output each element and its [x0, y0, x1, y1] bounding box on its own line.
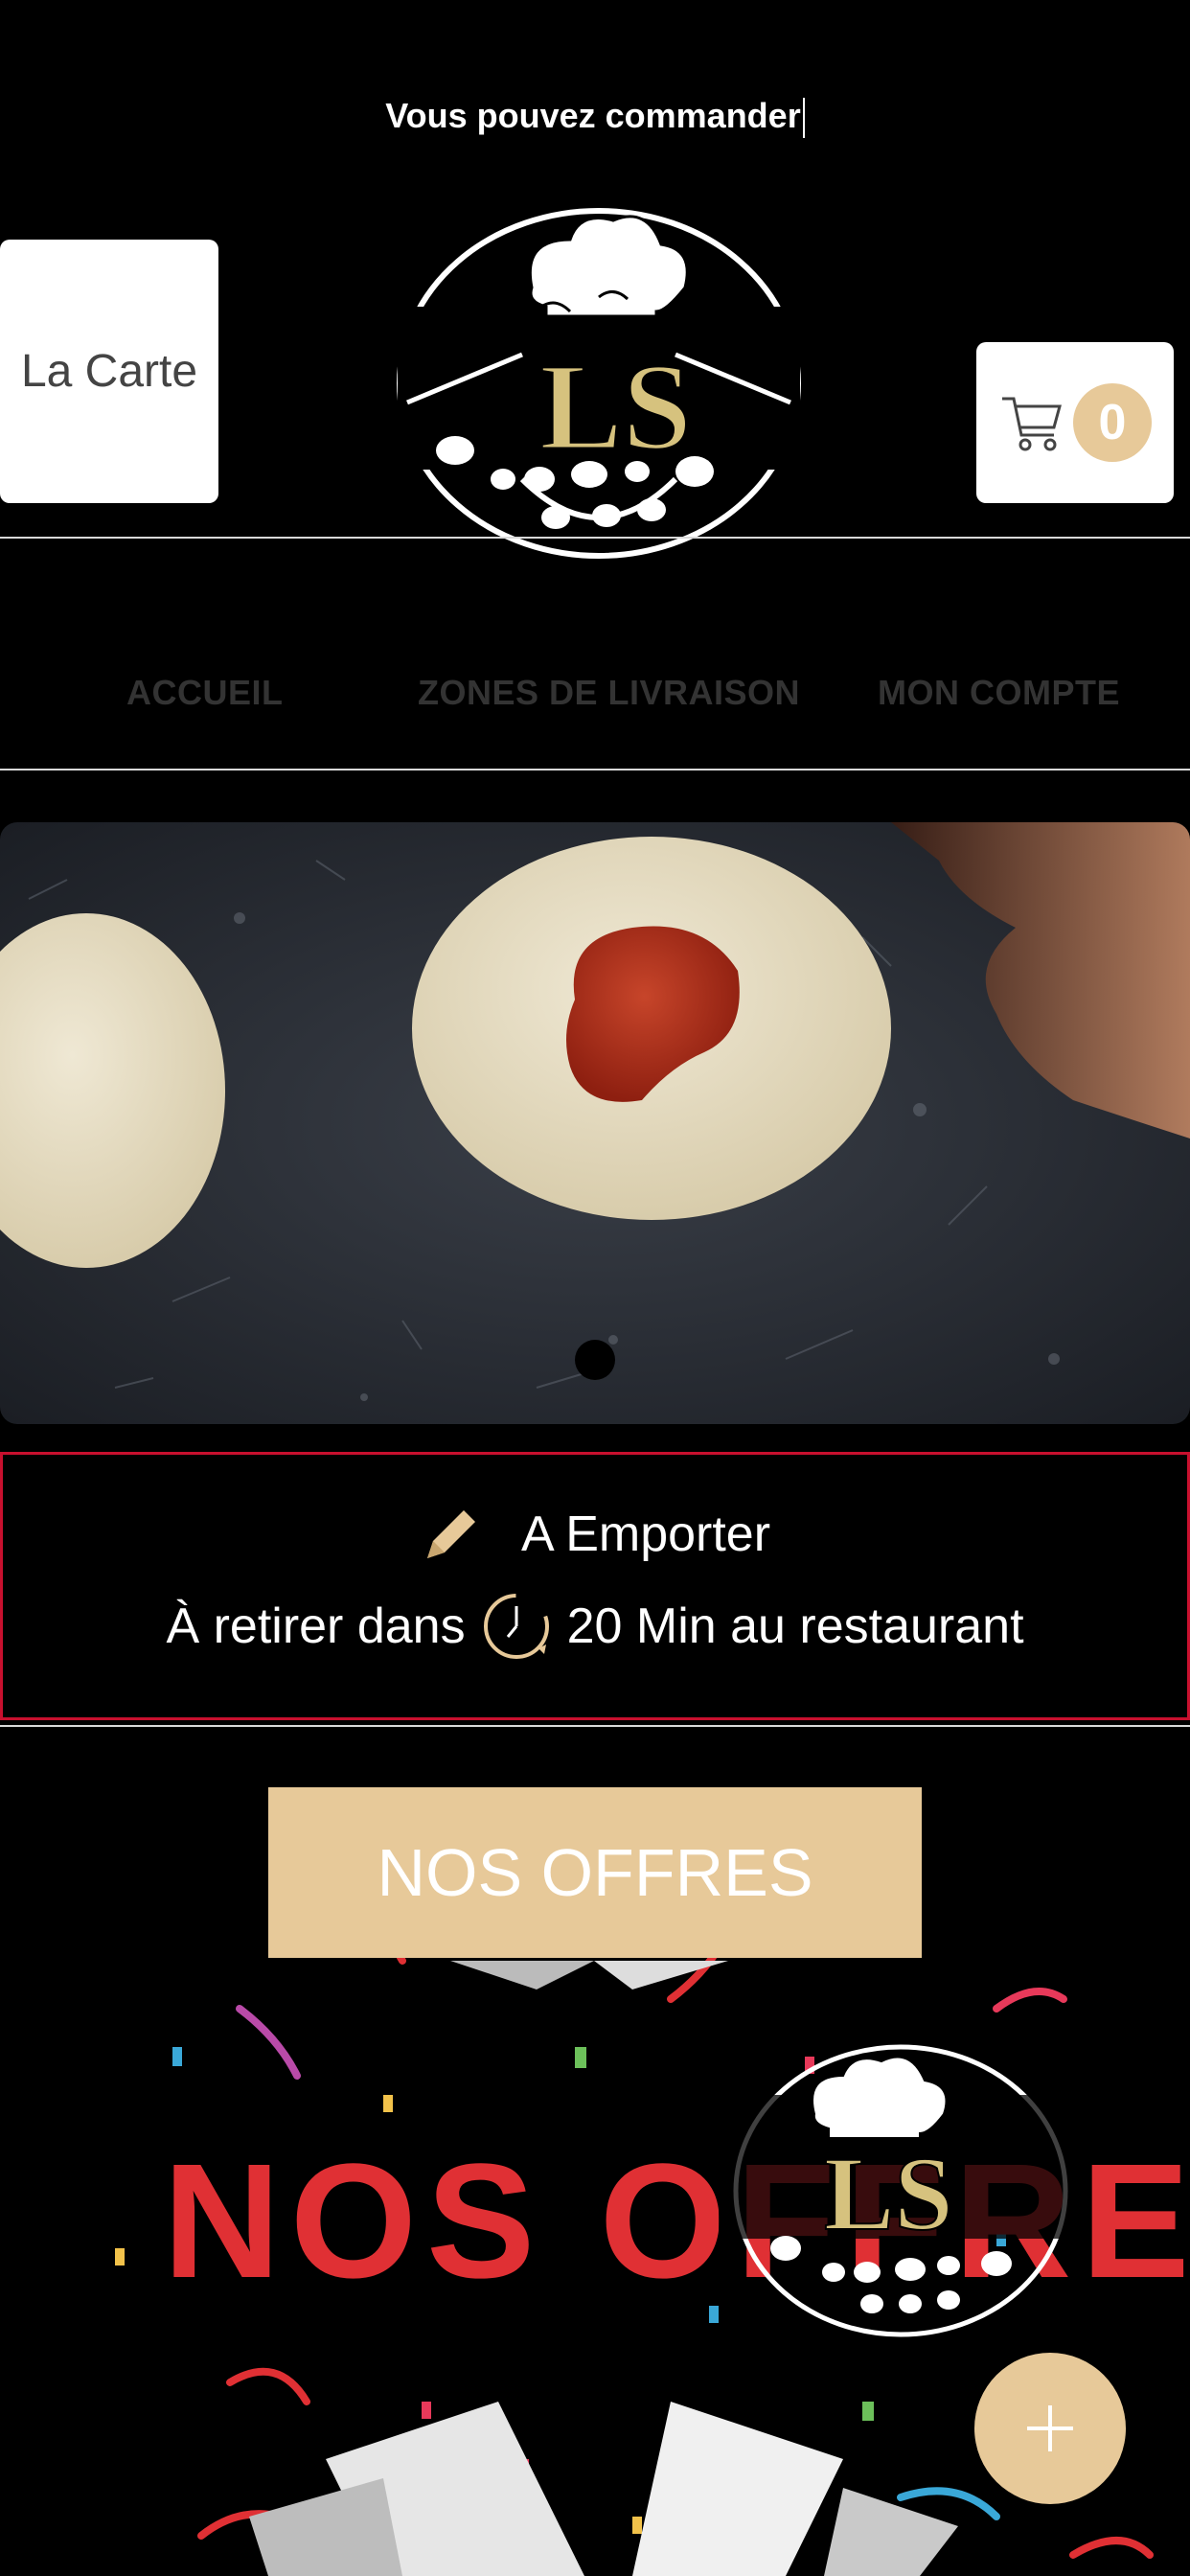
header-divider	[0, 537, 1190, 539]
nav-item-accueil[interactable]: ACCUEIL	[126, 673, 284, 713]
plus-icon	[1027, 2405, 1073, 2451]
nav-item-zones-de-livraison[interactable]: ZONES DE LIVRAISON	[418, 673, 800, 713]
offers-logo-letters: LS	[824, 2135, 953, 2252]
order-status: Vous pouvez commander	[0, 96, 1190, 139]
text-caret	[802, 98, 805, 139]
hero-image[interactable]	[0, 822, 1190, 1424]
cart-count-badge: 0	[1073, 383, 1152, 462]
menu-button[interactable]: La Carte	[0, 240, 218, 503]
main-nav: ACCUEIL ZONES DE LIVRAISON MON COMPTE	[0, 613, 1190, 767]
pickup-divider	[0, 1725, 1190, 1727]
nav-item-mon-compte[interactable]: MON COMPTE	[878, 673, 1120, 713]
add-fab-button[interactable]	[974, 2353, 1126, 2504]
pickup-mode: A Emporter	[520, 1506, 771, 1562]
pickup-time: 20 Min au restaurant	[566, 1598, 1024, 1654]
order-status-text: Vous pouvez commander	[385, 96, 801, 135]
pickup-info[interactable]: A Emporter À retirer dans 20 Min au rest…	[0, 1452, 1190, 1720]
pencil-icon	[426, 1510, 475, 1558]
cart-icon	[1002, 397, 1062, 451]
logo-letters: LS	[539, 338, 692, 476]
clock-icon	[483, 1594, 549, 1659]
offers-button-label: NOS OFFRES	[377, 1835, 813, 1910]
nav-divider	[0, 769, 1190, 770]
offers-button[interactable]: NOS OFFRES	[268, 1787, 922, 1958]
carousel-indicator[interactable]	[575, 1340, 615, 1380]
menu-button-label: La Carte	[20, 346, 198, 397]
pickup-prefix: À retirer dans	[166, 1598, 466, 1654]
restaurant-logo[interactable]: LS	[378, 192, 819, 565]
cart-button[interactable]: 0	[976, 342, 1174, 503]
